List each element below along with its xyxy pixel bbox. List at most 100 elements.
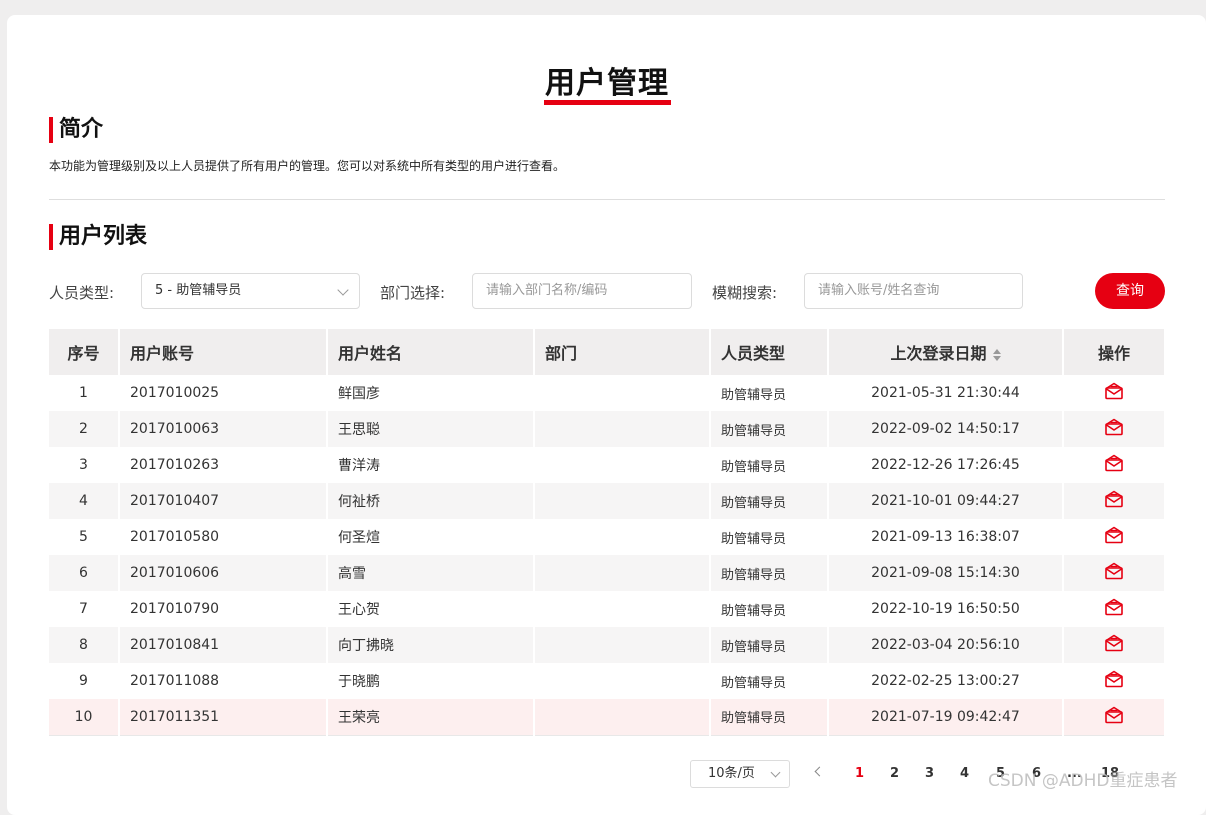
cell-dept bbox=[534, 519, 711, 555]
intro-text: 本功能为管理级别及以上人员提供了所有用户的管理。您可以对系统中所有类型的用户进行… bbox=[49, 159, 566, 173]
cell-type: 助管辅导员 bbox=[710, 447, 829, 483]
cell-name: 曹洋涛 bbox=[327, 447, 535, 483]
cell-dept bbox=[534, 375, 711, 411]
cell-index: 9 bbox=[49, 663, 120, 699]
mail-open-icon[interactable] bbox=[1104, 706, 1124, 728]
dept-input[interactable]: 请输入部门名称/编码 bbox=[472, 273, 692, 309]
cell-index: 5 bbox=[49, 519, 120, 555]
table-row: 6 2017010606 高雪 助管辅导员 2021-09-08 15:14:30 bbox=[49, 555, 1166, 591]
cell-dept bbox=[534, 627, 711, 663]
table-row: 3 2017010263 曹洋涛 助管辅导员 2022-12-26 17:26:45 bbox=[49, 447, 1166, 483]
cell-dept bbox=[534, 555, 711, 591]
mail-open-icon[interactable] bbox=[1104, 418, 1124, 440]
table-row: 8 2017010841 向丁拂晓 助管辅导员 2022-03-04 20:56:10 bbox=[49, 627, 1166, 663]
cell-name: 鲜国彦 bbox=[327, 375, 535, 411]
user-list-heading: 用户列表 bbox=[49, 224, 147, 250]
table-row: 4 2017010407 何祉桥 助管辅导员 2021-10-01 09:44:27 bbox=[49, 483, 1166, 519]
cell-last-login: 2021-05-31 21:30:44 bbox=[828, 375, 1064, 411]
mail-open-icon[interactable] bbox=[1104, 634, 1124, 656]
cell-dept bbox=[534, 411, 711, 447]
table-row: 1 2017010025 鲜国彦 助管辅导员 2021-05-31 21:30:44 bbox=[49, 375, 1166, 411]
search-input[interactable]: 请输入账号/姓名查询 bbox=[804, 273, 1023, 309]
page-1[interactable]: 1 bbox=[855, 766, 864, 781]
dept-filter-label: 部门选择: bbox=[380, 284, 446, 302]
cell-index: 8 bbox=[49, 627, 120, 663]
page-title: 用户管理 bbox=[545, 66, 669, 101]
cell-action bbox=[1063, 555, 1166, 591]
cell-index: 7 bbox=[49, 591, 120, 627]
cell-dept bbox=[534, 591, 711, 627]
divider bbox=[49, 199, 1165, 200]
table-row: 5 2017010580 何圣煊 助管辅导员 2021-09-13 16:38:07 bbox=[49, 519, 1166, 555]
cell-account: 2017010790 bbox=[119, 591, 328, 627]
query-button[interactable]: 查询 bbox=[1095, 273, 1165, 309]
cell-index: 2 bbox=[49, 411, 120, 447]
type-select[interactable]: 5 - 助管辅导员 bbox=[141, 273, 360, 309]
mail-open-icon[interactable] bbox=[1104, 490, 1124, 512]
cell-last-login: 2022-10-19 16:50:50 bbox=[828, 591, 1064, 627]
cell-action bbox=[1063, 411, 1166, 447]
col-type-header: 人员类型 bbox=[710, 329, 829, 375]
cell-action bbox=[1063, 447, 1166, 483]
cell-name: 王荣亮 bbox=[327, 699, 535, 736]
cell-last-login: 2021-09-08 15:14:30 bbox=[828, 555, 1064, 591]
cell-name: 向丁拂晓 bbox=[327, 627, 535, 663]
col-index-header: 序号 bbox=[49, 329, 120, 375]
page-size-value: 10条/页 bbox=[708, 766, 755, 781]
mail-open-icon[interactable] bbox=[1104, 526, 1124, 548]
cell-last-login: 2021-07-19 09:42:47 bbox=[828, 699, 1064, 736]
cell-account: 2017011351 bbox=[119, 699, 328, 736]
cell-index: 3 bbox=[49, 447, 120, 483]
cell-action bbox=[1063, 627, 1166, 663]
col-name-header: 用户姓名 bbox=[327, 329, 535, 375]
cell-type: 助管辅导员 bbox=[710, 483, 829, 519]
mail-open-icon[interactable] bbox=[1104, 562, 1124, 584]
mail-open-icon[interactable] bbox=[1104, 598, 1124, 620]
cell-last-login: 2022-09-02 14:50:17 bbox=[828, 411, 1064, 447]
cell-name: 王思聪 bbox=[327, 411, 535, 447]
cell-type: 助管辅导员 bbox=[710, 411, 829, 447]
cell-index: 1 bbox=[49, 375, 120, 411]
cell-name: 何圣煊 bbox=[327, 519, 535, 555]
cell-type: 助管辅导员 bbox=[710, 375, 829, 411]
cell-account: 2017010841 bbox=[119, 627, 328, 663]
page-4[interactable]: 4 bbox=[960, 766, 969, 781]
mail-open-icon[interactable] bbox=[1104, 670, 1124, 692]
table-row: 7 2017010790 王心贺 助管辅导员 2022-10-19 16:50:50 bbox=[49, 591, 1166, 627]
title-underline bbox=[544, 100, 671, 105]
cell-type: 助管辅导员 bbox=[710, 519, 829, 555]
cell-last-login: 2022-02-25 13:00:27 bbox=[828, 663, 1064, 699]
cell-last-login: 2021-10-01 09:44:27 bbox=[828, 483, 1064, 519]
cell-dept bbox=[534, 483, 711, 519]
watermark: CSDN @ADHD重症患者 bbox=[988, 771, 1178, 791]
cell-last-login: 2022-03-04 20:56:10 bbox=[828, 627, 1064, 663]
col-last-login-header[interactable]: 上次登录日期 bbox=[828, 329, 1064, 375]
cell-action bbox=[1063, 699, 1166, 736]
col-account-header: 用户账号 bbox=[119, 329, 328, 375]
cell-dept bbox=[534, 447, 711, 483]
cell-account: 2017010580 bbox=[119, 519, 328, 555]
col-dept-header: 部门 bbox=[534, 329, 711, 375]
cell-action bbox=[1063, 663, 1166, 699]
page-2[interactable]: 2 bbox=[890, 766, 899, 781]
cell-last-login: 2021-09-13 16:38:07 bbox=[828, 519, 1064, 555]
cell-action bbox=[1063, 519, 1166, 555]
cell-account: 2017010063 bbox=[119, 411, 328, 447]
search-filter-label: 模糊搜索: bbox=[712, 284, 778, 302]
cell-last-login: 2022-12-26 17:26:45 bbox=[828, 447, 1064, 483]
cell-account: 2017010606 bbox=[119, 555, 328, 591]
cell-account: 2017011088 bbox=[119, 663, 328, 699]
mail-open-icon[interactable] bbox=[1104, 454, 1124, 476]
table-row: 9 2017011088 于晓鹏 助管辅导员 2022-02-25 13:00:27 bbox=[49, 663, 1166, 699]
type-filter-label: 人员类型: bbox=[49, 284, 115, 302]
cell-account: 2017010263 bbox=[119, 447, 328, 483]
page-size-select[interactable]: 10条/页 bbox=[690, 760, 790, 788]
cell-dept bbox=[534, 699, 711, 736]
cell-action bbox=[1063, 483, 1166, 519]
page-3[interactable]: 3 bbox=[925, 766, 934, 781]
table-row: 10 2017011351 王荣亮 助管辅导员 2021-07-19 09:42:47 bbox=[49, 699, 1166, 736]
col-action-header: 操作 bbox=[1063, 329, 1166, 375]
mail-open-icon[interactable] bbox=[1104, 382, 1124, 404]
cell-type: 助管辅导员 bbox=[710, 627, 829, 663]
sort-icon[interactable] bbox=[992, 348, 1001, 361]
